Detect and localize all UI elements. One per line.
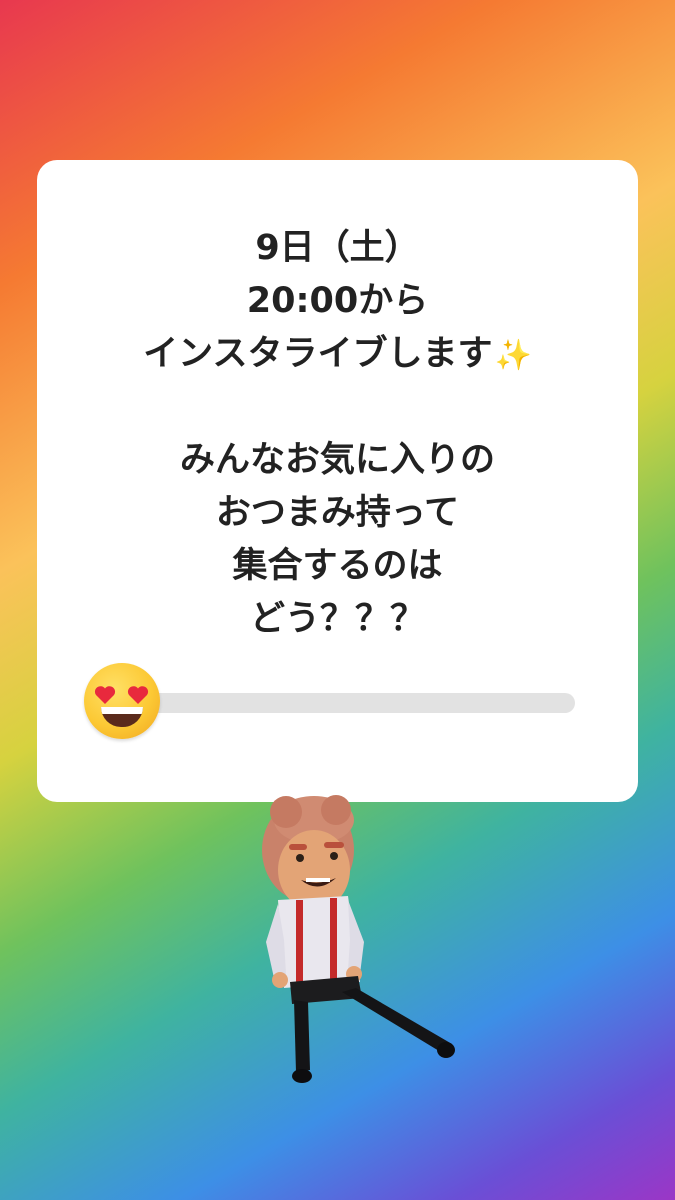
smile-mouth [101,707,143,727]
question-line-2: 20:00から [246,281,429,321]
emoji-slider-sticker: 9日（土） 20:00から インスタライブします✨ みんなお気に入りの おつまみ… [37,160,638,802]
question-line-3-text: インスタライブします [143,334,493,374]
question-blank-line [37,381,638,434]
slider-question: 9日（土） 20:00から インスタライブします✨ みんなお気に入りの おつまみ… [37,222,638,646]
slider-track[interactable] [125,693,575,713]
question-line-8: どう？？？ [249,599,425,639]
question-line-3: インスタライブします✨ [37,328,638,381]
question-line-1: 9日（土） [255,228,420,268]
smile-teeth [101,707,143,714]
heart-eye-left-icon [94,686,116,704]
question-line-7: 集合するのは [232,546,443,586]
felt-puppet-sticker [262,795,455,1083]
question-line-6: おつまみ持って [215,493,460,533]
question-line-5: みんなお気に入りの [179,440,495,480]
heart-eye-right-icon [127,686,149,704]
heart-eyes-emoji-icon[interactable] [84,663,160,739]
sparkle-icon: ✨ [494,338,532,373]
